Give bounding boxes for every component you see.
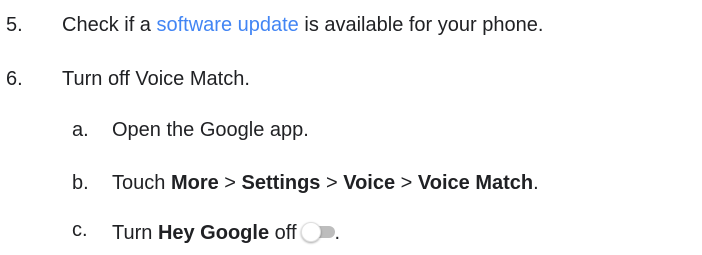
menu-path-voice-match: Voice Match <box>417 172 534 194</box>
path-separator: > <box>218 172 242 194</box>
substep-prefix: Touch <box>112 172 171 194</box>
menu-path-more: More <box>170 172 219 194</box>
step-text-after: is available for your phone. <box>298 14 544 36</box>
step-text: Check if a software update is available … <box>62 13 543 37</box>
substep-suffix: . <box>533 172 539 194</box>
substep-letter: a. <box>72 119 89 141</box>
substep-prefix: Turn <box>112 222 158 244</box>
step-number: 6. <box>6 68 23 90</box>
menu-path-voice: Voice <box>343 172 396 194</box>
step-text-before: Check if a <box>62 14 157 36</box>
path-separator: > <box>320 172 344 194</box>
substep-text: Touch More > Settings > Voice > Voice Ma… <box>112 171 539 195</box>
software-update-link[interactable]: software update <box>156 14 298 36</box>
substep-middle: off <box>269 222 297 244</box>
step-text: Turn off Voice Match. <box>62 68 250 90</box>
toggle-thumb <box>300 222 321 242</box>
substep-letter: b. <box>72 172 89 194</box>
menu-path-settings: Settings <box>241 172 321 194</box>
substep-text: Turn Hey Google off. <box>112 221 340 245</box>
hey-google-label: Hey Google <box>157 222 270 244</box>
substep-suffix: . <box>334 222 341 244</box>
path-separator: > <box>395 172 418 194</box>
substep-text: Open the Google app. <box>112 119 309 141</box>
toggle-off-icon <box>300 222 335 242</box>
step-number: 5. <box>6 14 23 36</box>
substep-letter: c. <box>72 219 88 241</box>
